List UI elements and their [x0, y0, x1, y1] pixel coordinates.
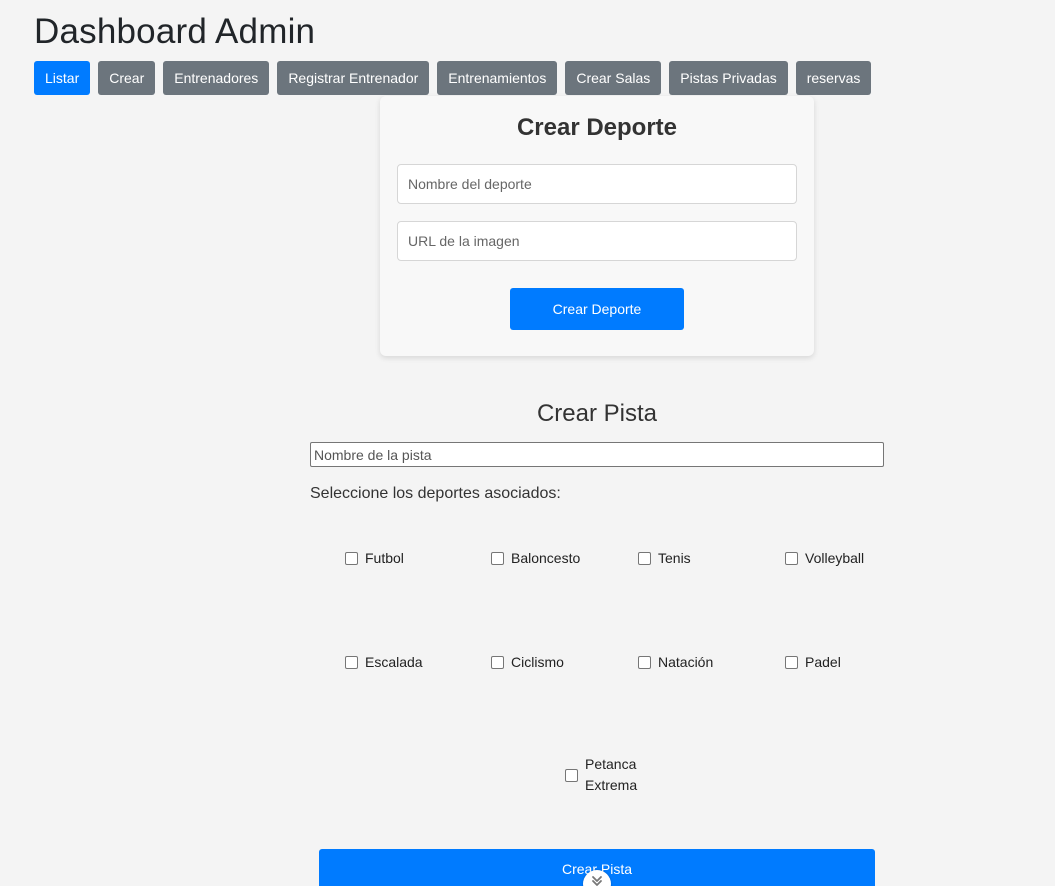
sport-label-ciclismo: Ciclismo	[511, 654, 564, 670]
page-title: Dashboard Admin	[34, 12, 316, 51]
crear-deporte-title: Crear Deporte	[516, 114, 678, 141]
chevron-down-icon	[592, 876, 602, 886]
sport-label-baloncesto: Baloncesto	[511, 550, 581, 566]
sport-option-tenis[interactable]: Tenis	[638, 550, 691, 566]
sport-label-volleyball: Volleyball	[805, 550, 865, 566]
sport-label-padel: Padel	[805, 654, 841, 670]
sport-option-padel[interactable]: Padel	[785, 654, 841, 670]
crear-deporte-card: Crear Deporte Crear Deporte	[380, 96, 814, 356]
checkbox-natacion[interactable]	[638, 655, 651, 669]
checkbox-volleyball[interactable]	[785, 551, 798, 565]
checkbox-futbol[interactable]	[345, 551, 358, 565]
sport-option-volleyball[interactable]: Volleyball	[785, 550, 864, 566]
checkbox-escalada[interactable]	[345, 655, 358, 669]
sport-option-petanca-extrema[interactable]: Petanca Extrema	[565, 754, 645, 796]
nav-pistas-privadas-button[interactable]: Pistas Privadas	[669, 61, 788, 95]
sport-label-natacion: Natación	[658, 654, 714, 670]
sport-option-ciclismo[interactable]: Ciclismo	[491, 654, 564, 670]
nav-entrenamientos-button[interactable]: Entrenamientos	[437, 61, 558, 95]
sport-label-escalada: Escalada	[365, 654, 423, 670]
checkbox-petanca-extrema[interactable]	[565, 768, 578, 782]
checkbox-baloncesto[interactable]	[491, 551, 504, 565]
sport-option-baloncesto[interactable]: Baloncesto	[491, 550, 580, 566]
nav-registrar-entrenador-button[interactable]: Registrar Entrenador	[277, 61, 430, 95]
sport-name-input[interactable]	[397, 164, 797, 204]
dashboard-page: Dashboard Admin Listar Crear Entrenadore…	[0, 0, 1055, 886]
crear-pista-title: Crear Pista	[536, 400, 658, 427]
nav-crear-salas-button[interactable]: Crear Salas	[565, 61, 662, 95]
sport-label-tenis: Tenis	[658, 550, 691, 566]
nav-listar-button[interactable]: Listar	[34, 61, 91, 95]
checkbox-tenis[interactable]	[638, 551, 651, 565]
sport-label-petanca-extrema: Petanca Extrema	[585, 756, 638, 793]
nav-crear-button[interactable]: Crear	[98, 61, 156, 95]
sport-option-natacion[interactable]: Natación	[638, 654, 713, 670]
sport-label-futbol: Futbol	[365, 550, 404, 566]
checkbox-ciclismo[interactable]	[491, 655, 504, 669]
pista-name-input[interactable]	[310, 442, 884, 467]
sport-option-futbol[interactable]: Futbol	[345, 550, 404, 566]
sport-image-url-input[interactable]	[397, 221, 797, 261]
nav-entrenadores-button[interactable]: Entrenadores	[163, 61, 270, 95]
top-nav: Listar Crear Entrenadores Registrar Entr…	[34, 61, 879, 95]
checkbox-padel[interactable]	[785, 655, 798, 669]
sports-select-label: Seleccione los deportes asociados:	[310, 485, 561, 502]
crear-deporte-button[interactable]: Crear Deporte	[510, 288, 684, 330]
sport-option-escalada[interactable]: Escalada	[345, 654, 423, 670]
nav-reservas-button[interactable]: reservas	[795, 61, 872, 95]
